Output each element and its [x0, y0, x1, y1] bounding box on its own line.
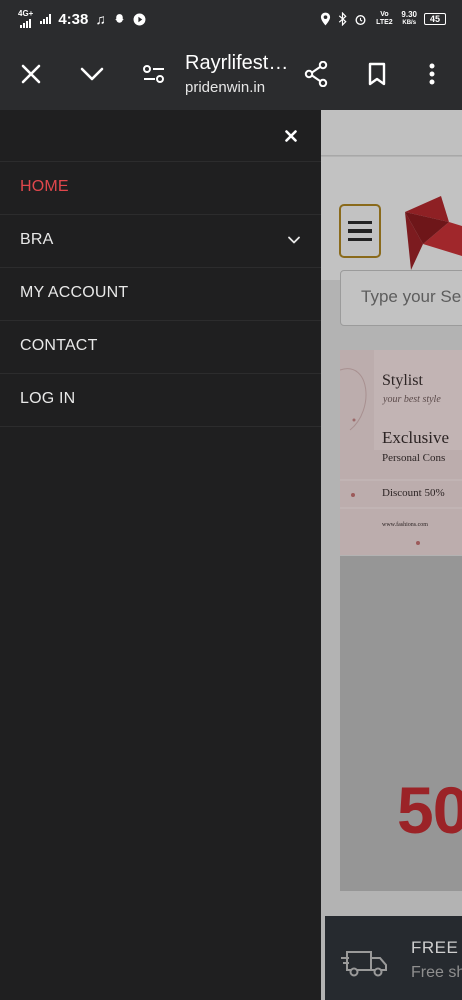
battery-icon: 45 — [424, 13, 446, 25]
snapchat-icon — [115, 13, 124, 23]
more-options-button[interactable] — [412, 54, 452, 94]
site-logo[interactable] — [401, 196, 462, 272]
site-search-input[interactable]: Type your Se — [340, 270, 462, 326]
promo-big-text: 50 — [397, 773, 462, 847]
browser-toolbar: Rayrlifest… pridenwin.in — [0, 38, 462, 110]
drawer-close-button[interactable] — [279, 124, 303, 148]
chevron-down-icon[interactable] — [287, 233, 301, 247]
network-speed-value: 9.30 — [401, 10, 417, 19]
status-right: Vo LTE2 9.30 KB/s 45 — [320, 11, 446, 27]
alarm-icon — [355, 14, 366, 25]
signal-icon-2 — [40, 14, 52, 24]
status-bar: 4G+ 4:38 ♫ Vo LTE2 9.30 KB/s 45 — [0, 0, 462, 38]
status-left: 4G+ 4:38 ♫ — [18, 10, 146, 28]
menu-item-bra[interactable]: BRA — [0, 215, 321, 268]
network-speed: 9.30 KB/s — [401, 11, 417, 27]
menu-line — [348, 237, 372, 242]
banner-title: Stylist — [382, 372, 423, 389]
banner-subheading: Personal Cons — [382, 452, 446, 464]
banner-heading: Exclusive — [382, 428, 450, 447]
location-icon — [321, 12, 331, 26]
bookmark-icon — [368, 62, 386, 86]
share-button[interactable] — [296, 54, 336, 94]
navigation-drawer: HOME BRA MY ACCOUNT CONTACT LOG IN — [0, 110, 321, 1000]
free-shipping-title: FREE SH — [411, 938, 462, 957]
free-shipping-bar: FREE SH Free sh — [325, 916, 462, 1000]
minimize-button[interactable] — [72, 54, 112, 94]
close-tab-button[interactable] — [11, 54, 51, 94]
close-icon — [21, 64, 41, 84]
menu-item-my-account[interactable]: MY ACCOUNT — [0, 268, 321, 321]
menu-item-log-in[interactable]: LOG IN — [0, 374, 321, 427]
volte-indicator: Vo LTE2 — [376, 11, 393, 26]
network-speed-unit: KB/s — [402, 20, 417, 26]
signal-icon — [20, 18, 32, 28]
site-top-strip — [321, 110, 462, 156]
banner-url: www.fashions.com — [382, 522, 428, 528]
play-icon — [133, 13, 146, 25]
menu-item-label: HOME — [20, 178, 69, 195]
menu-item-contact[interactable]: CONTACT — [0, 321, 321, 374]
menu-line — [348, 229, 372, 233]
truck-icon — [341, 951, 387, 977]
more-vert-icon — [429, 63, 435, 85]
banner-discount: Discount 50% — [382, 487, 445, 499]
free-shipping-subtitle: Free sh — [411, 964, 462, 981]
site-menu-button[interactable] — [339, 204, 381, 258]
menu-item-label: BRA — [20, 231, 54, 248]
network-indicator: 4G+ — [18, 10, 33, 28]
music-note-icon: ♫ — [95, 11, 106, 27]
clock: 4:38 — [58, 10, 89, 28]
page: 4G+ 4:38 ♫ Vo LTE2 9.30 KB/s 45 Rayrlife… — [0, 0, 462, 1000]
tune-icon — [143, 65, 164, 83]
network-type: 4G+ — [18, 9, 34, 18]
bookmark-button[interactable] — [357, 54, 397, 94]
menu-item-home[interactable]: HOME — [0, 162, 321, 215]
close-icon — [285, 130, 297, 142]
drawer-header — [0, 110, 321, 162]
page-title[interactable]: Rayrlifest… — [185, 52, 295, 75]
promo-banner[interactable]: Stylist your best style Exclusive Person… — [340, 350, 462, 555]
menu-item-label: MY ACCOUNT — [20, 284, 129, 301]
page-domain[interactable]: pridenwin.in — [185, 79, 295, 96]
page-settings-button[interactable] — [134, 54, 174, 94]
share-icon — [304, 61, 328, 87]
bluetooth-icon — [339, 12, 348, 26]
menu-item-label: CONTACT — [20, 337, 98, 354]
menu-line — [348, 220, 372, 225]
menu-item-label: LOG IN — [20, 390, 76, 407]
banner-script-text: your best style — [383, 394, 441, 405]
chevron-down-icon — [80, 67, 104, 81]
website-background[interactable]: Type your Se Stylist your best style Exc… — [321, 110, 462, 1000]
